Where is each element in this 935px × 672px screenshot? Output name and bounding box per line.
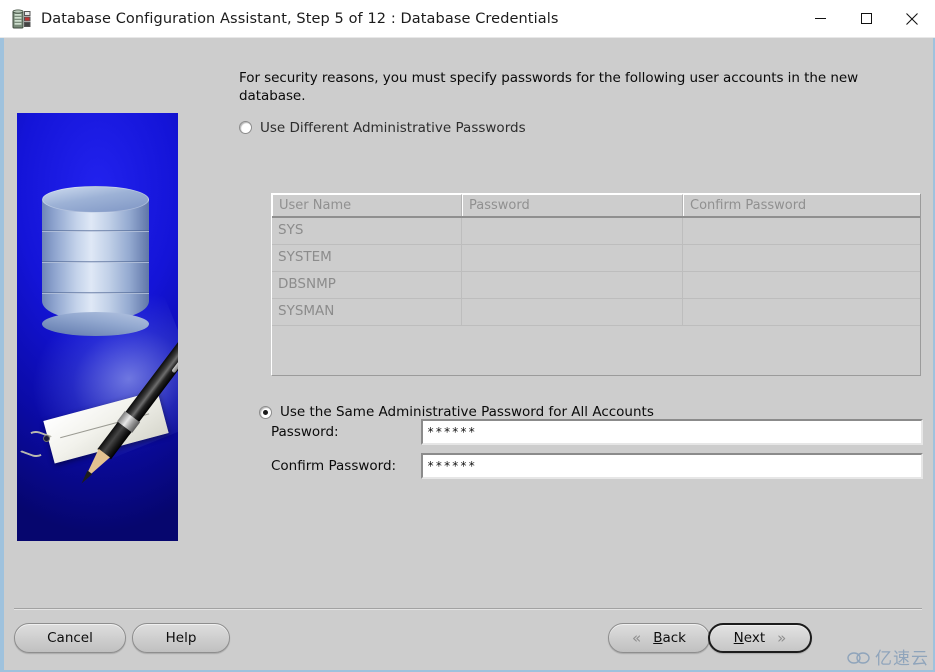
confirm-password-field-row: Confirm Password: ****** bbox=[271, 453, 923, 479]
form-area: For security reasons, you must specify p… bbox=[239, 70, 925, 136]
close-icon bbox=[906, 12, 918, 25]
cancel-button[interactable]: Cancel bbox=[14, 623, 126, 653]
password-field-row: Password: ****** bbox=[271, 419, 923, 445]
database-cylinder-graphic bbox=[42, 186, 149, 336]
radio-use-different-passwords[interactable]: Use Different Administrative Passwords bbox=[239, 120, 925, 136]
window-body: For security reasons, you must specify p… bbox=[0, 38, 935, 672]
column-header-confirm-password[interactable]: Confirm Password bbox=[683, 194, 920, 216]
cancel-button-label: Cancel bbox=[47, 630, 93, 646]
cell-confirm-password[interactable] bbox=[683, 218, 920, 244]
next-button-label: Next bbox=[733, 630, 766, 646]
cell-password[interactable] bbox=[462, 245, 683, 271]
cell-confirm-password[interactable] bbox=[683, 299, 920, 325]
table-header-row: User Name Password Confirm Password bbox=[272, 194, 920, 218]
table-row[interactable]: SYSMAN bbox=[272, 299, 920, 326]
next-button[interactable]: Next » bbox=[708, 623, 812, 653]
back-button[interactable]: « Back bbox=[608, 623, 710, 653]
cell-password[interactable] bbox=[462, 218, 683, 244]
column-header-password[interactable]: Password bbox=[462, 194, 683, 216]
chevron-right-icon: » bbox=[777, 629, 787, 647]
password-input[interactable]: ****** bbox=[421, 419, 923, 445]
credentials-table[interactable]: User Name Password Confirm Password SYS … bbox=[271, 193, 921, 376]
watermark: 亿速云 bbox=[847, 644, 929, 669]
minimize-button[interactable] bbox=[797, 0, 843, 38]
table-empty-area bbox=[272, 326, 920, 372]
cell-user-name: SYS bbox=[272, 218, 462, 244]
cloud-icon bbox=[847, 651, 870, 664]
cell-user-name: SYSMAN bbox=[272, 299, 462, 325]
cell-confirm-password[interactable] bbox=[683, 245, 920, 271]
confirm-password-label: Confirm Password: bbox=[271, 458, 397, 474]
radio-use-same-password[interactable]: Use the Same Administrative Password for… bbox=[259, 404, 654, 420]
password-label: Password: bbox=[271, 424, 339, 440]
back-button-label: Back bbox=[653, 630, 686, 646]
radio-button-different-icon[interactable] bbox=[239, 121, 252, 135]
cell-user-name: DBSNMP bbox=[272, 272, 462, 298]
table-row[interactable]: SYS bbox=[272, 218, 920, 245]
cell-password[interactable] bbox=[462, 272, 683, 298]
cell-password[interactable] bbox=[462, 299, 683, 325]
close-button[interactable] bbox=[889, 0, 935, 38]
help-button[interactable]: Help bbox=[132, 623, 230, 653]
banner-illustration bbox=[17, 113, 178, 541]
column-header-user-name[interactable]: User Name bbox=[272, 194, 462, 216]
window-controls bbox=[797, 0, 935, 38]
chevron-left-icon: « bbox=[632, 629, 642, 647]
button-bar-separator bbox=[14, 608, 922, 610]
table-row[interactable]: SYSTEM bbox=[272, 245, 920, 272]
cell-user-name: SYSTEM bbox=[272, 245, 462, 271]
radio-button-same-icon[interactable] bbox=[259, 405, 272, 419]
minimize-icon bbox=[814, 18, 826, 19]
database-app-icon bbox=[11, 8, 33, 30]
cell-confirm-password[interactable] bbox=[683, 272, 920, 298]
title-bar: Database Configuration Assistant, Step 5… bbox=[0, 0, 935, 38]
maximize-button[interactable] bbox=[843, 0, 889, 38]
help-button-label: Help bbox=[165, 630, 197, 646]
confirm-password-input[interactable]: ****** bbox=[421, 453, 923, 479]
content-pane: For security reasons, you must specify p… bbox=[4, 38, 933, 670]
intro-text: For security reasons, you must specify p… bbox=[239, 70, 859, 104]
table-row[interactable]: DBSNMP bbox=[272, 272, 920, 299]
maximize-icon bbox=[860, 13, 872, 24]
radio-label-different: Use Different Administrative Passwords bbox=[260, 119, 526, 136]
radio-label-same: Use the Same Administrative Password for… bbox=[280, 404, 654, 420]
window-title: Database Configuration Assistant, Step 5… bbox=[41, 10, 559, 27]
watermark-text: 亿速云 bbox=[875, 649, 929, 669]
